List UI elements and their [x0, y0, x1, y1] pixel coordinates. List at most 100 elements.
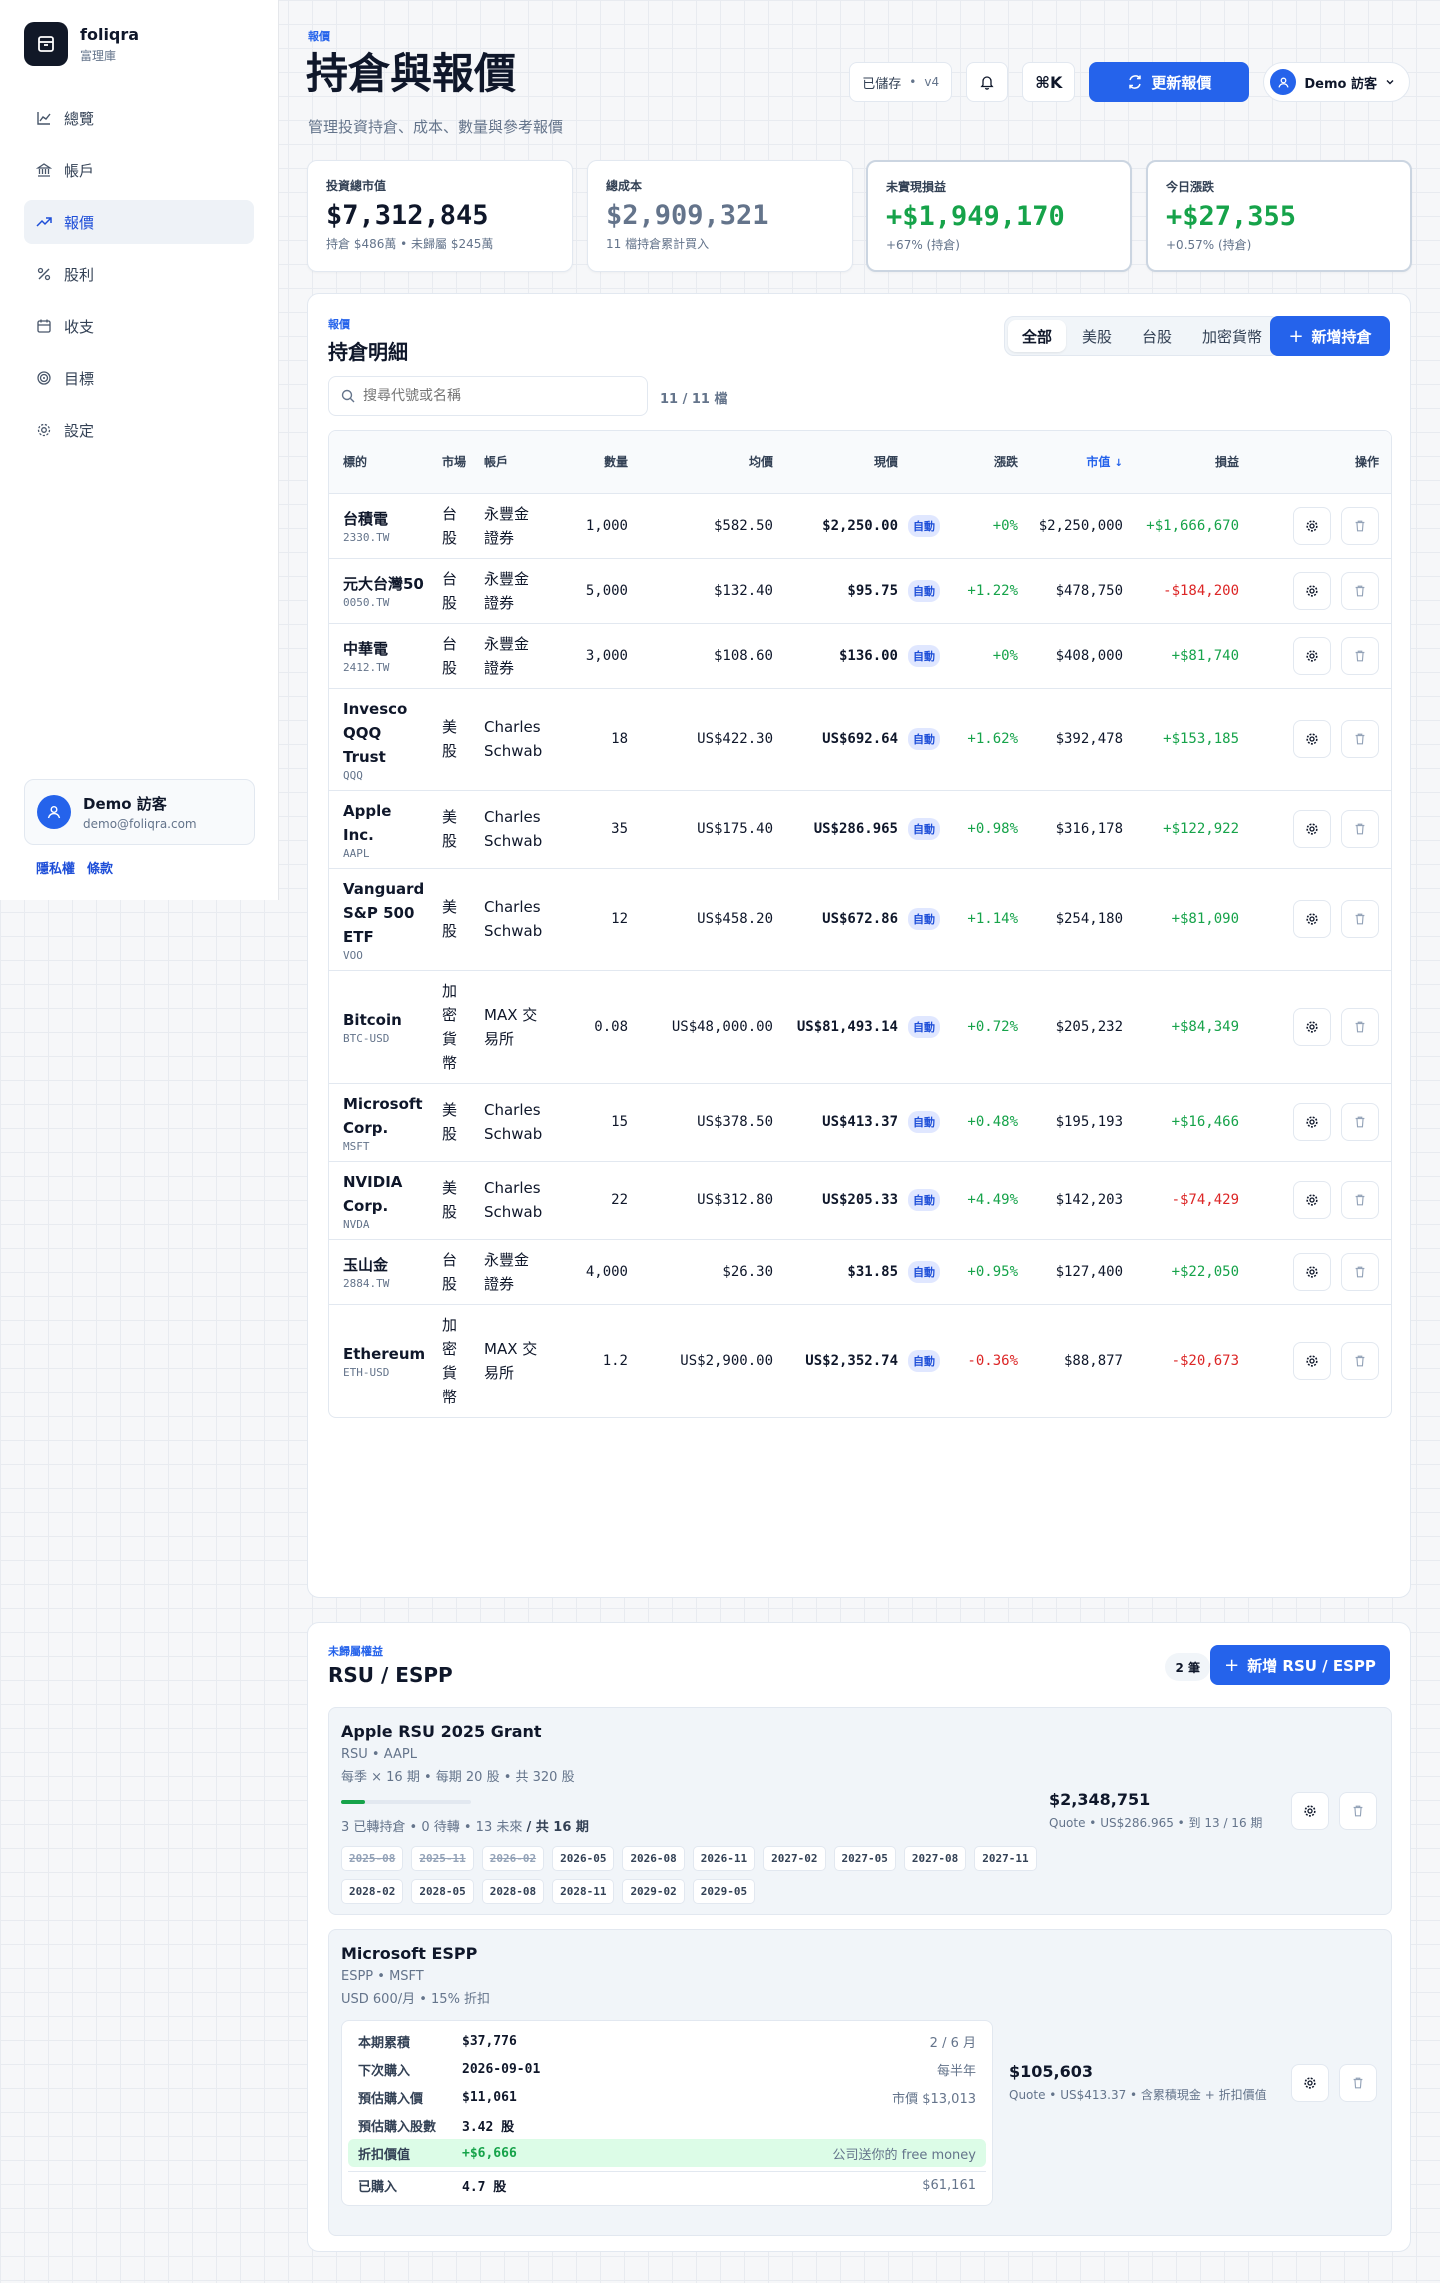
edit-holding-button[interactable]	[1293, 1341, 1331, 1380]
edit-holding-button[interactable]	[1293, 720, 1331, 758]
delete-holding-button[interactable]	[1341, 1341, 1379, 1380]
user-card[interactable]: Demo 訪客 demo@foliqra.com	[24, 779, 255, 845]
brand[interactable]: foliqra 富理庫	[24, 22, 139, 66]
cell-market-value: $205,232	[1026, 969, 1131, 1083]
gear-icon	[37, 423, 51, 437]
search-box	[328, 376, 648, 416]
notifications-button[interactable]	[966, 62, 1009, 102]
espp-settings-button[interactable]	[1291, 2064, 1329, 2102]
tab-all[interactable]: 全部	[1007, 320, 1066, 352]
cell-market-value: $478,750	[1026, 557, 1131, 623]
grant-count-badge: 2 筆	[1165, 1653, 1210, 1681]
bank-icon	[36, 163, 52, 177]
vesting-progress-fill	[341, 1800, 366, 1804]
cell-quantity: 12	[548, 867, 636, 970]
cell-actions	[1247, 867, 1391, 970]
edit-holding-button[interactable]	[1293, 1181, 1331, 1219]
delete-holding-button[interactable]	[1341, 810, 1379, 848]
brand-subtitle: 富理庫	[80, 48, 117, 63]
cell-symbol: Ethereum ETH-USD	[329, 1303, 434, 1417]
table-row: Vanguard S&P 500 ETF VOO 美股 Charles Schwab 1…	[329, 867, 1391, 970]
trash-icon	[1355, 1021, 1365, 1032]
stat-total-cost: 總成本 $2,909,321 11 檔持倉累計買入	[587, 160, 853, 272]
grant-settings-button[interactable]	[1291, 1792, 1329, 1830]
holding-name: 台積電	[343, 510, 389, 528]
tab-crypto[interactable]: 加密貨幣	[1188, 320, 1276, 352]
delete-holding-button[interactable]	[1341, 900, 1379, 938]
add-holding-button[interactable]: + 新增持倉	[1270, 316, 1390, 356]
edit-holding-button[interactable]	[1293, 1103, 1331, 1141]
search-input[interactable]	[363, 388, 623, 404]
terms-link[interactable]: 條款	[87, 858, 113, 877]
rsu-grant-card: Apple RSU 2025 Grant RSU • AAPL 每季 × 16 …	[328, 1707, 1392, 1915]
table-row: 中華電 2412.TW 台股 永豐金證券 3,000 $108.60 $136.00 自動 +0…	[329, 622, 1391, 688]
grant-delete-button[interactable]	[1339, 1792, 1377, 1830]
add-rsu-espp-button[interactable]: + 新增 RSU / ESPP	[1210, 1645, 1390, 1685]
col-market-value[interactable]: 市值 ↓	[1026, 431, 1131, 493]
sidebar-item-accounts[interactable]: 帳戶	[24, 148, 254, 192]
espp-card: Microsoft ESPP ESPP • MSFT USD 600/月 • 1…	[328, 1929, 1392, 2236]
cell-price: $95.75	[781, 557, 906, 623]
gear-icon	[1304, 2077, 1316, 2089]
cell-auto: 自動	[906, 789, 946, 868]
col-market[interactable]: 市場	[434, 431, 476, 493]
page-eyebrow: 報價	[308, 30, 330, 43]
table-row: 玉山金 2884.TW 台股 永豐金證券 4,000 $26.30 $31.85 自動 +0.9…	[329, 1238, 1391, 1304]
holding-code: 2884.TW	[343, 1277, 390, 1290]
edit-holding-button[interactable]	[1293, 636, 1331, 675]
col-avg-price[interactable]: 均價	[636, 431, 781, 493]
sidebar-item-dividends[interactable]: 股利	[24, 252, 254, 296]
account-menu[interactable]: Demo 訪客	[1263, 62, 1410, 102]
espp-row-label: 下次購入	[358, 2063, 411, 2079]
refresh-quotes-button[interactable]: 更新報價	[1089, 62, 1250, 102]
delete-holding-button[interactable]	[1341, 1103, 1379, 1141]
col-quantity[interactable]: 數量	[548, 431, 636, 493]
delete-holding-button[interactable]	[1341, 720, 1379, 758]
table-row: NVIDIA Corp. NVDA 美股 Charles Schwab 22 US$312…	[329, 1160, 1391, 1239]
edit-holding-button[interactable]	[1293, 810, 1331, 848]
delete-holding-button[interactable]	[1341, 1007, 1379, 1046]
tab-tw-stocks[interactable]: 台股	[1128, 320, 1186, 352]
edit-holding-button[interactable]	[1293, 900, 1331, 938]
command-palette-button[interactable]: ⌘K	[1022, 62, 1076, 102]
sidebar-item-overview[interactable]: 總覽	[24, 96, 254, 140]
holding-code: ETH-USD	[343, 1366, 390, 1379]
cell-market: 美股	[434, 1082, 476, 1161]
holding-name: Ethereum	[343, 1345, 426, 1363]
tab-us-stocks[interactable]: 美股	[1068, 320, 1126, 352]
col-pnl[interactable]: 損益	[1131, 431, 1247, 493]
sidebar-item-goals[interactable]: 目標	[24, 356, 254, 400]
sidebar-item-settings[interactable]: 設定	[24, 408, 254, 452]
espp-delete-button[interactable]	[1339, 2064, 1377, 2102]
cell-avg-price: US$2,900.00	[636, 1303, 781, 1417]
delete-holding-button[interactable]	[1341, 506, 1379, 545]
delete-holding-button[interactable]	[1341, 571, 1379, 610]
delete-holding-button[interactable]	[1341, 1181, 1379, 1219]
edit-holding-button[interactable]	[1293, 506, 1331, 545]
delete-holding-button[interactable]	[1341, 1252, 1379, 1291]
sidebar-item-label: 目標	[64, 369, 95, 388]
vesting-chip: 2029-05	[692, 1879, 756, 1904]
delete-holding-button[interactable]	[1341, 636, 1379, 675]
edit-holding-button[interactable]	[1293, 1007, 1331, 1046]
auto-quote-badge: 自動	[908, 728, 940, 750]
page-subtitle: 管理投資持倉、成本、數量與參考報價	[308, 118, 564, 136]
cell-price: $2,250.00	[781, 492, 906, 558]
auto-quote-badge: 自動	[908, 1260, 940, 1283]
holding-code: MSFT	[343, 1139, 370, 1153]
cell-actions	[1247, 969, 1391, 1083]
rsu-espp-panel: 未歸屬權益 RSU / ESPP 2 筆 + 新增 RSU / ESPP App…	[307, 1622, 1411, 2252]
privacy-link[interactable]: 隱私權	[36, 858, 75, 877]
edit-holding-button[interactable]	[1293, 1252, 1331, 1291]
chevron-down-icon	[1386, 80, 1394, 85]
cell-market: 台股	[434, 492, 476, 558]
col-price[interactable]: 現價	[781, 431, 906, 493]
cell-symbol: 玉山金 2884.TW	[329, 1238, 434, 1304]
sidebar-item-quotes[interactable]: 報價	[24, 200, 254, 244]
col-account[interactable]: 帳戶	[476, 431, 548, 493]
col-symbol[interactable]: 標的	[329, 431, 434, 493]
sidebar-item-cashflow[interactable]: 收支	[24, 304, 254, 348]
col-change[interactable]: 漲跌	[946, 431, 1026, 493]
edit-holding-button[interactable]	[1293, 571, 1331, 610]
gear-icon	[1306, 913, 1318, 925]
